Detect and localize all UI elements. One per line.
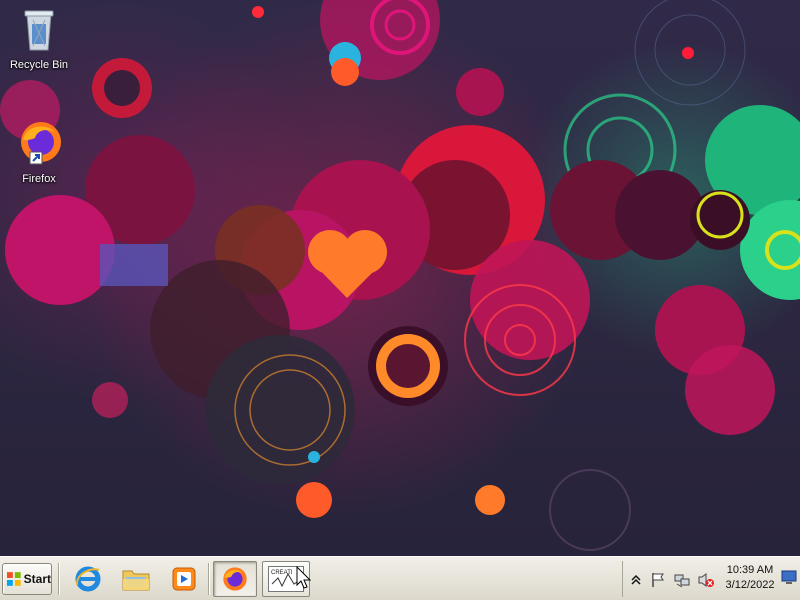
recycle-bin-label: Recycle Bin: [9, 59, 69, 71]
firefox-icon: [21, 122, 61, 165]
firefox-icon: [223, 567, 247, 591]
show-desktop-button[interactable]: [781, 569, 797, 587]
windows-logo-icon: [6, 572, 21, 586]
clock[interactable]: 10:39 AM 3/12/2022: [719, 563, 781, 593]
volume-muted-icon: [698, 573, 714, 587]
task-button-creative-app[interactable]: CREATI: [262, 561, 310, 597]
taskbar-separator: [208, 563, 210, 595]
quick-launch-internet-explorer[interactable]: [72, 563, 104, 595]
flag-icon: [652, 573, 664, 587]
system-tray: 10:39 AM 3/12/2022: [622, 561, 798, 597]
quick-launch-media-player[interactable]: [168, 563, 200, 595]
task-button-firefox[interactable]: [213, 561, 257, 597]
app-thumbnail-icon: CREATI: [268, 566, 304, 592]
clock-date: 3/12/2022: [725, 579, 775, 591]
show-desktop-icon: [781, 570, 797, 584]
clock-time: 10:39 AM: [726, 564, 774, 576]
firefox-label: Firefox: [22, 173, 56, 185]
firefox-shortcut[interactable]: Firefox: [3, 118, 75, 186]
volume-tray-icon[interactable]: [697, 571, 715, 589]
start-label: Start: [23, 572, 51, 586]
chevron-up-icon: [631, 574, 641, 585]
show-hidden-icons-button[interactable]: [627, 571, 645, 589]
app-thumbnail-text: CREATI: [271, 570, 293, 576]
recycle-bin-shortcut[interactable]: Recycle Bin: [3, 6, 75, 72]
action-center-tray-icon[interactable]: [649, 571, 667, 589]
network-icon: [674, 574, 690, 588]
recycle-bin-icon: [24, 10, 54, 51]
media-player-icon: [172, 567, 196, 591]
start-button[interactable]: Start: [2, 563, 52, 595]
taskbar-separator: [58, 563, 60, 595]
folder-icon: [122, 570, 150, 591]
quick-launch-file-explorer[interactable]: [120, 563, 152, 595]
wallpaper: [0, 0, 800, 551]
ie-icon: [75, 566, 101, 592]
network-tray-icon[interactable]: [673, 571, 691, 589]
taskbar: Start CREATI 10:39 AM 3/12/2022: [0, 556, 800, 600]
desktop[interactable]: Recycle Bin Firefox: [0, 0, 800, 556]
